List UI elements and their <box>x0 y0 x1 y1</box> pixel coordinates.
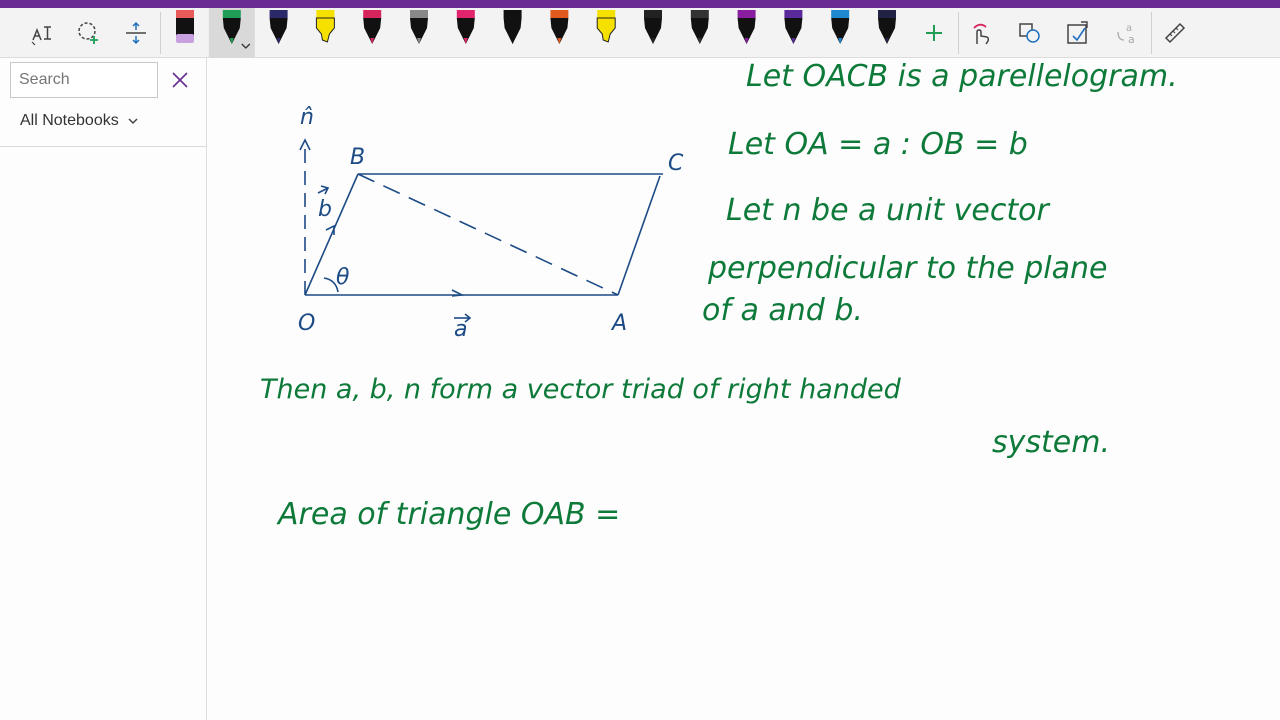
draw-toolbar: aa <box>0 8 1280 58</box>
pen-tool-9[interactable] <box>550 10 569 44</box>
lasso-select-text-icon[interactable] <box>22 8 62 58</box>
pen-tool-7[interactable] <box>456 10 475 44</box>
note-line-2: Let OA = a : OB = b <box>728 127 1028 162</box>
diagram-labels: n̂ B C b θ O a A <box>298 105 684 342</box>
pen-tool-6[interactable] <box>410 10 428 44</box>
lasso-select-icon[interactable] <box>69 8 109 58</box>
label-o-point: O <box>298 311 315 336</box>
close-icon <box>172 72 188 88</box>
pen-tool-3[interactable] <box>269 10 288 44</box>
note-line-4: perpendicular to the plane <box>707 251 1107 286</box>
pen-gallery[interactable] <box>166 8 926 58</box>
pen-tool-15[interactable] <box>831 10 850 44</box>
a-arrowhead <box>451 289 465 297</box>
note-line-6: Then a, b, n form a vector triad of righ… <box>260 374 902 405</box>
pen-tool-12[interactable] <box>690 10 709 44</box>
pen-tool-8[interactable] <box>503 10 522 44</box>
add-space-icon[interactable] <box>116 8 156 58</box>
toolbar-divider <box>1151 12 1152 54</box>
ink-canvas[interactable]: n̂ B C b θ O a A Let OACB is a parellelo… <box>208 58 1280 720</box>
label-a-point: A <box>610 311 627 336</box>
diagonal-ab <box>357 173 619 296</box>
side-ob <box>304 173 359 296</box>
add-pen-icon[interactable] <box>914 8 954 58</box>
label-c-point: C <box>668 151 684 176</box>
close-search-button[interactable] <box>168 68 192 92</box>
note-line-7: system. <box>992 425 1110 460</box>
ink-to-math-icon[interactable]: aa <box>1107 8 1147 58</box>
accent-strip <box>0 0 1280 8</box>
all-notebooks-dropdown[interactable]: All Notebooks <box>20 112 139 130</box>
svg-text:a: a <box>1128 33 1135 46</box>
label-a-vector: a <box>454 317 467 342</box>
label-b-point: B <box>350 145 365 170</box>
page-canvas[interactable]: n̂ B C b θ O a A Let OACB is a parellelo… <box>208 58 1280 720</box>
label-theta: θ <box>336 265 350 290</box>
pen-tool-5[interactable] <box>363 10 382 44</box>
ruler-icon[interactable] <box>1155 8 1195 58</box>
search-input[interactable] <box>11 63 157 97</box>
highlighter-tool-4[interactable] <box>315 10 335 43</box>
note-line-8: Area of triangle OAB = <box>276 497 620 532</box>
note-line-1: Let OACB is a parellelogram. <box>746 59 1178 94</box>
search-field[interactable] <box>10 62 158 98</box>
label-b-vector: b <box>318 197 332 222</box>
pen-tool-16[interactable] <box>878 10 896 44</box>
side-ac <box>617 175 661 296</box>
label-n: n̂ <box>300 105 314 130</box>
pen-tool-13[interactable] <box>737 10 756 44</box>
notebooks-label: All Notebooks <box>20 112 119 129</box>
ink-to-text-icon[interactable] <box>1058 8 1098 58</box>
toolbar-divider <box>958 12 959 54</box>
touch-draw-icon[interactable] <box>961 8 1001 58</box>
note-line-3: Let n be a unit vector <box>726 193 1050 228</box>
normal-arrowhead <box>299 138 311 151</box>
active-pen-tool-2[interactable] <box>208 8 255 58</box>
ink-to-shape-icon[interactable] <box>1010 8 1050 58</box>
pen-tool-14[interactable] <box>784 10 803 44</box>
notebook-sidebar: All Notebooks <box>0 58 207 720</box>
note-line-5: of a and b. <box>702 293 863 328</box>
toolbar-divider <box>160 12 161 54</box>
sidebar-divider <box>0 146 207 147</box>
chevron-down-icon <box>128 118 138 125</box>
highlighter-tool-10[interactable] <box>596 10 616 43</box>
pen-tool-11[interactable] <box>644 10 662 44</box>
eraser-tool-1[interactable] <box>176 10 194 43</box>
